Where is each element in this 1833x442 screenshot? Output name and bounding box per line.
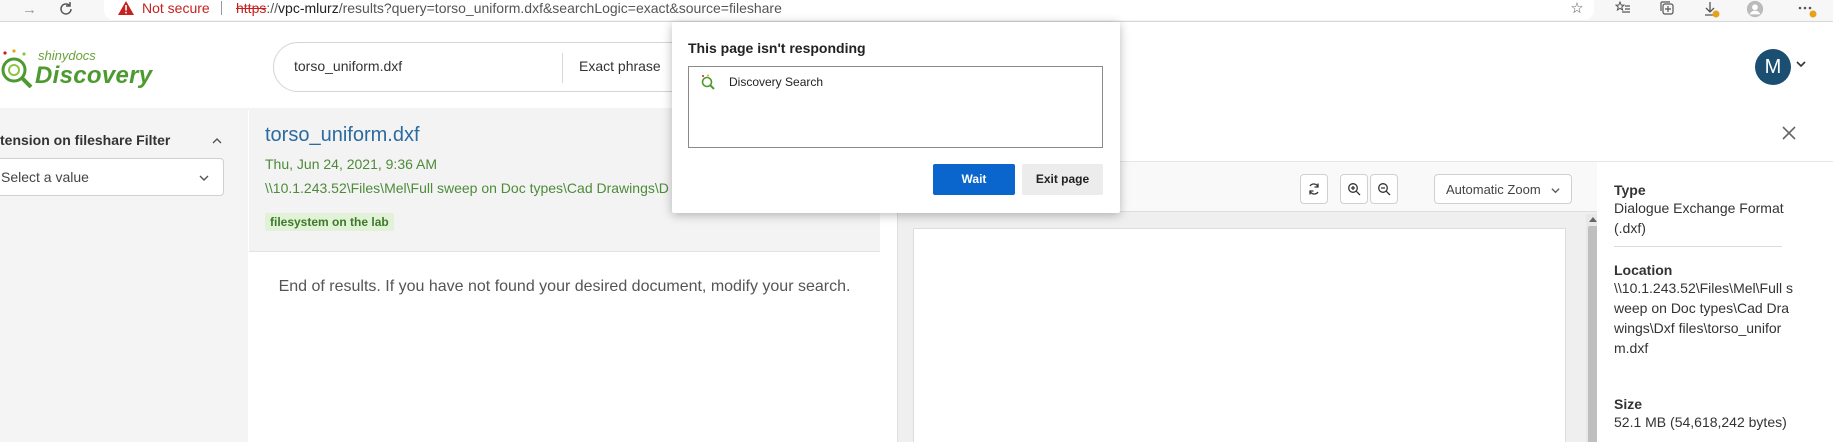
chevron-down-icon xyxy=(199,175,209,181)
search-divider xyxy=(562,53,563,83)
rotate-button[interactable] xyxy=(1300,174,1328,204)
chevron-up-icon[interactable] xyxy=(212,136,222,146)
unresponsive-page-item: Discovery Search xyxy=(729,75,824,89)
refresh-icon[interactable] xyxy=(58,1,74,22)
wait-button[interactable]: Wait xyxy=(933,164,1015,195)
zoom-out-button[interactable] xyxy=(1370,174,1398,204)
security-label[interactable]: Not secure xyxy=(142,0,210,16)
scroll-up-icon[interactable] xyxy=(1589,216,1597,222)
type-value: Dialogue Exchange Format (.dxf) xyxy=(1614,200,1784,236)
result-title[interactable]: torso_uniform.dxf xyxy=(265,124,420,147)
url-text[interactable]: https://vpc-mlurz/results?query=torso_un… xyxy=(236,0,782,16)
favorites-list-icon[interactable] xyxy=(1612,0,1634,18)
favorite-icon[interactable]: ☆ xyxy=(1566,0,1588,18)
document-properties: Type Dialogue Exchange Format (.dxf) Loc… xyxy=(1597,162,1833,442)
collections-icon[interactable] xyxy=(1656,0,1678,18)
filter-title[interactable]: tension on fileshare Filter xyxy=(0,132,170,148)
more-icon[interactable] xyxy=(1796,0,1818,18)
address-bar[interactable]: Not secure https://vpc-mlurz/results?que… xyxy=(104,0,1594,20)
source-tag: filesystem on the lab xyxy=(265,213,394,231)
browser-toolbar: → Not secure https://vpc-mlurz/results?q… xyxy=(0,0,1833,22)
url-scheme: https xyxy=(236,0,267,16)
url-host: vpc-mlurz xyxy=(278,0,339,16)
url-separator: :// xyxy=(266,0,279,16)
url-path: /results?query=torso_uniform.dxf&searchL… xyxy=(338,0,782,16)
location-value: \\10.1.243.52\Files\Mel\Full sweep on Do… xyxy=(1614,280,1793,356)
divider xyxy=(1614,246,1782,247)
chevron-down-icon[interactable] xyxy=(1795,58,1807,70)
type-label: Type xyxy=(1614,182,1646,198)
zoom-out-icon xyxy=(1378,183,1391,196)
end-of-results-message: End of results. If you have not found yo… xyxy=(278,278,851,295)
back-arrow-icon[interactable]: → xyxy=(22,1,37,19)
logo-product-text: Discovery xyxy=(35,62,153,89)
search-input[interactable]: torso_uniform.dxf xyxy=(294,58,402,74)
filter-value-select[interactable]: Select a value xyxy=(0,158,224,196)
unresponsive-pages-list: Discovery Search xyxy=(688,66,1103,148)
preview-page xyxy=(913,228,1566,442)
downloads-icon[interactable] xyxy=(1700,0,1722,18)
discovery-favicon-icon xyxy=(701,74,715,90)
zoom-select[interactable]: Automatic Zoom xyxy=(1434,174,1572,204)
result-path: \\10.1.243.52\Files\Mel\Full sweep on Do… xyxy=(265,180,669,196)
screen: → Not secure https://vpc-mlurz/results?q… xyxy=(0,0,1833,442)
address-divider xyxy=(221,1,222,15)
exit-page-button[interactable]: Exit page xyxy=(1022,164,1103,195)
warning-icon xyxy=(118,1,134,15)
logo-brand-text: shinydocs xyxy=(38,48,96,63)
search-logic-select[interactable]: Exact phrase xyxy=(579,58,661,74)
result-date: Thu, Jun 24, 2021, 9:36 AM xyxy=(265,156,438,172)
size-label: Size xyxy=(1614,396,1643,412)
size-value: 52.1 MB (54,618,242 bytes) xyxy=(1614,414,1787,430)
location-label: Location xyxy=(1614,262,1673,278)
dialog-title: This page isn't responding xyxy=(688,40,866,56)
not-responding-dialog: This page isn't responding Discovery Sea… xyxy=(672,22,1120,213)
filter-select-placeholder: Select a value xyxy=(1,169,89,185)
profile-icon[interactable] xyxy=(1744,0,1766,18)
close-icon[interactable] xyxy=(1780,124,1798,142)
filter-sidebar: tension on fileshare Filter Select a val… xyxy=(0,108,248,442)
zoom-in-icon xyxy=(1348,183,1361,196)
zoom-in-button[interactable] xyxy=(1340,174,1368,204)
filter-group: tension on fileshare Filter Select a val… xyxy=(0,122,232,202)
rotate-icon xyxy=(1309,183,1319,195)
avatar[interactable]: M xyxy=(1755,49,1791,85)
chevron-down-icon xyxy=(1551,188,1560,194)
app-logo[interactable]: shinydocs Discovery xyxy=(0,46,160,94)
zoom-select-value: Automatic Zoom xyxy=(1446,182,1541,197)
logo-magnifier-icon xyxy=(1,49,33,88)
